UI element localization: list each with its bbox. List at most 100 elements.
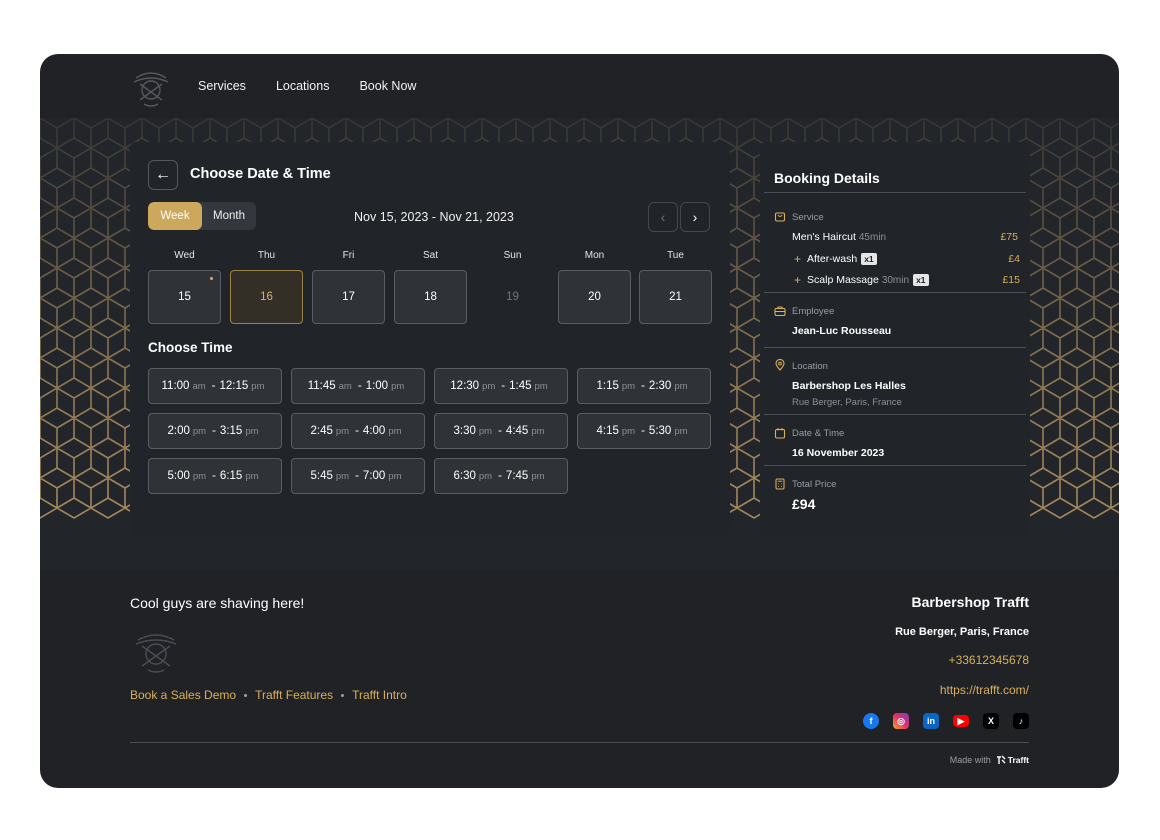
slot-end: 12:15 (219, 380, 249, 392)
nav-locations[interactable]: Locations (276, 79, 330, 93)
linkedin-icon[interactable]: in (923, 713, 939, 729)
slot-start: 12:30 (450, 380, 480, 392)
card-title: Choose Date & Time (190, 166, 331, 182)
day-20-button[interactable]: 20 (558, 270, 631, 324)
trafft-logo-icon[interactable]: Trafft (996, 755, 1029, 765)
link-trafft-intro[interactable]: Trafft Intro (352, 688, 407, 702)
slot-start-ampm: pm (335, 425, 350, 437)
time-slot-button[interactable]: 12:30 pm -1:45 pm (434, 368, 568, 404)
slot-start: 2:00 (167, 425, 190, 437)
slot-end: 7:45 (505, 470, 529, 482)
day-number: 20 (588, 291, 601, 303)
service-row: Men's Haircut 45min £75 (792, 231, 1018, 243)
link-sales-demo[interactable]: Book a Sales Demo (130, 688, 236, 702)
slot-end: 4:45 (505, 425, 529, 437)
calculator-icon (775, 478, 785, 490)
time-slot-button[interactable]: 2:00 pm -3:15 pm (148, 413, 282, 449)
service-price: £75 (1000, 231, 1018, 243)
slot-start: 5:00 (167, 470, 190, 482)
booking-details-title: Booking Details (774, 170, 880, 186)
facebook-icon[interactable]: f (863, 713, 879, 729)
time-slot-button[interactable]: 2:45 pm -4:00 pm (291, 413, 425, 449)
slot-start: 11:00 (161, 380, 190, 392)
time-slot-button[interactable]: 4:15 pm -5:30 pm (577, 413, 711, 449)
slot-start-ampm: pm (482, 380, 496, 392)
prev-week-button[interactable]: ‹ (648, 202, 678, 232)
main-nav: Services Locations Book Now (198, 54, 416, 118)
divider (764, 465, 1026, 466)
time-slot-button[interactable]: 3:30 pm -4:45 pm (434, 413, 568, 449)
footer-tagline: Cool guys are shaving here! (130, 595, 305, 611)
day-column: Sat 18 (394, 250, 467, 324)
location-address: Rue Berger, Paris, France (792, 397, 902, 408)
slot-end-ampm: pm (245, 470, 259, 482)
nav-book-now[interactable]: Book Now (359, 79, 416, 93)
day-18-button[interactable]: 18 (394, 270, 467, 324)
footer-address: Rue Berger, Paris, France (895, 626, 1029, 638)
time-slot-button[interactable]: 6:30 pm -7:45 pm (434, 458, 568, 494)
time-slot-button[interactable]: 11:45 am -1:00 pm (291, 368, 425, 404)
slot-dash: - (641, 380, 645, 392)
footer-url[interactable]: https://trafft.com/ (940, 683, 1029, 697)
next-week-button[interactable]: › (680, 202, 710, 232)
day-name: Tue (667, 250, 684, 261)
trafft-brand: Trafft (1007, 755, 1029, 765)
time-slot-button[interactable]: 5:45 pm -7:00 pm (291, 458, 425, 494)
made-with: Made with Trafft (950, 755, 1029, 765)
slot-start: 6:30 (453, 470, 476, 482)
instagram-icon[interactable]: ◎ (893, 713, 909, 729)
choose-time-heading: Choose Time (148, 340, 233, 355)
date-time-card: ← Choose Date & Time Week Month Nov 15, … (130, 142, 730, 536)
time-slot-button[interactable]: 5:00 pm -6:15 pm (148, 458, 282, 494)
chevron-left-icon: ‹ (660, 209, 666, 225)
youtube-icon[interactable]: ▶ (953, 715, 969, 727)
service-name: Men's Haircut (792, 231, 856, 243)
barbershop-logo-icon[interactable] (128, 64, 174, 108)
service-label: Service (792, 212, 824, 223)
slot-end: 1:00 (365, 380, 389, 392)
slot-start-ampm: pm (192, 425, 207, 437)
total-label: Total Price (792, 479, 837, 490)
slot-start-ampm: am (192, 380, 206, 392)
divider (764, 414, 1026, 415)
time-slot-button[interactable]: 11:00 am -12:15 pm (148, 368, 282, 404)
slot-end-ampm: pm (388, 470, 402, 482)
week-view-button[interactable]: Week (148, 202, 202, 230)
datetime-value: 16 November 2023 (792, 447, 885, 459)
date-range: Nov 15, 2023 - Nov 21, 2023 (354, 210, 514, 224)
slot-start: 5:45 (310, 470, 333, 482)
arrow-left-icon: ← (155, 166, 171, 183)
tiktok-icon[interactable]: ♪ (1013, 713, 1029, 729)
day-name: Wed (174, 250, 195, 261)
day-19-button: 19 (476, 270, 549, 324)
month-view-button[interactable]: Month (202, 202, 256, 230)
slot-start: 11:45 (307, 380, 336, 392)
day-17-button[interactable]: 17 (312, 270, 385, 324)
bag-icon (774, 212, 786, 222)
slot-dash: - (501, 380, 506, 392)
slot-end-ampm: pm (534, 380, 548, 392)
link-trafft-features[interactable]: Trafft Features (255, 688, 333, 702)
nav-services[interactable]: Services (198, 79, 246, 93)
divider (764, 292, 1026, 293)
day-number: 21 (669, 291, 682, 303)
slot-start: 1:15 (596, 380, 619, 392)
header: Services Locations Book Now (40, 54, 1119, 118)
day-21-button[interactable]: 21 (639, 270, 712, 324)
slot-end-ampm: pm (245, 425, 259, 437)
x-icon[interactable]: X (983, 713, 999, 729)
back-button[interactable]: ← (148, 160, 178, 190)
day-number: 16 (260, 291, 273, 303)
day-15-button[interactable]: 15 (148, 270, 221, 324)
slot-end-ampm: pm (674, 425, 688, 437)
day-number: 18 (424, 291, 437, 303)
plus-icon: + (794, 252, 802, 266)
slot-start: 2:45 (310, 425, 333, 437)
divider (764, 347, 1026, 348)
footer-phone[interactable]: +33612345678 (949, 653, 1029, 667)
slot-end: 4:00 (362, 425, 386, 437)
day-16-button[interactable]: 16 (230, 270, 303, 324)
time-slot-button[interactable]: 1:15 pm -2:30 pm (577, 368, 711, 404)
slot-start-ampm: pm (478, 425, 493, 437)
day-column: Sun 19 (476, 250, 549, 324)
